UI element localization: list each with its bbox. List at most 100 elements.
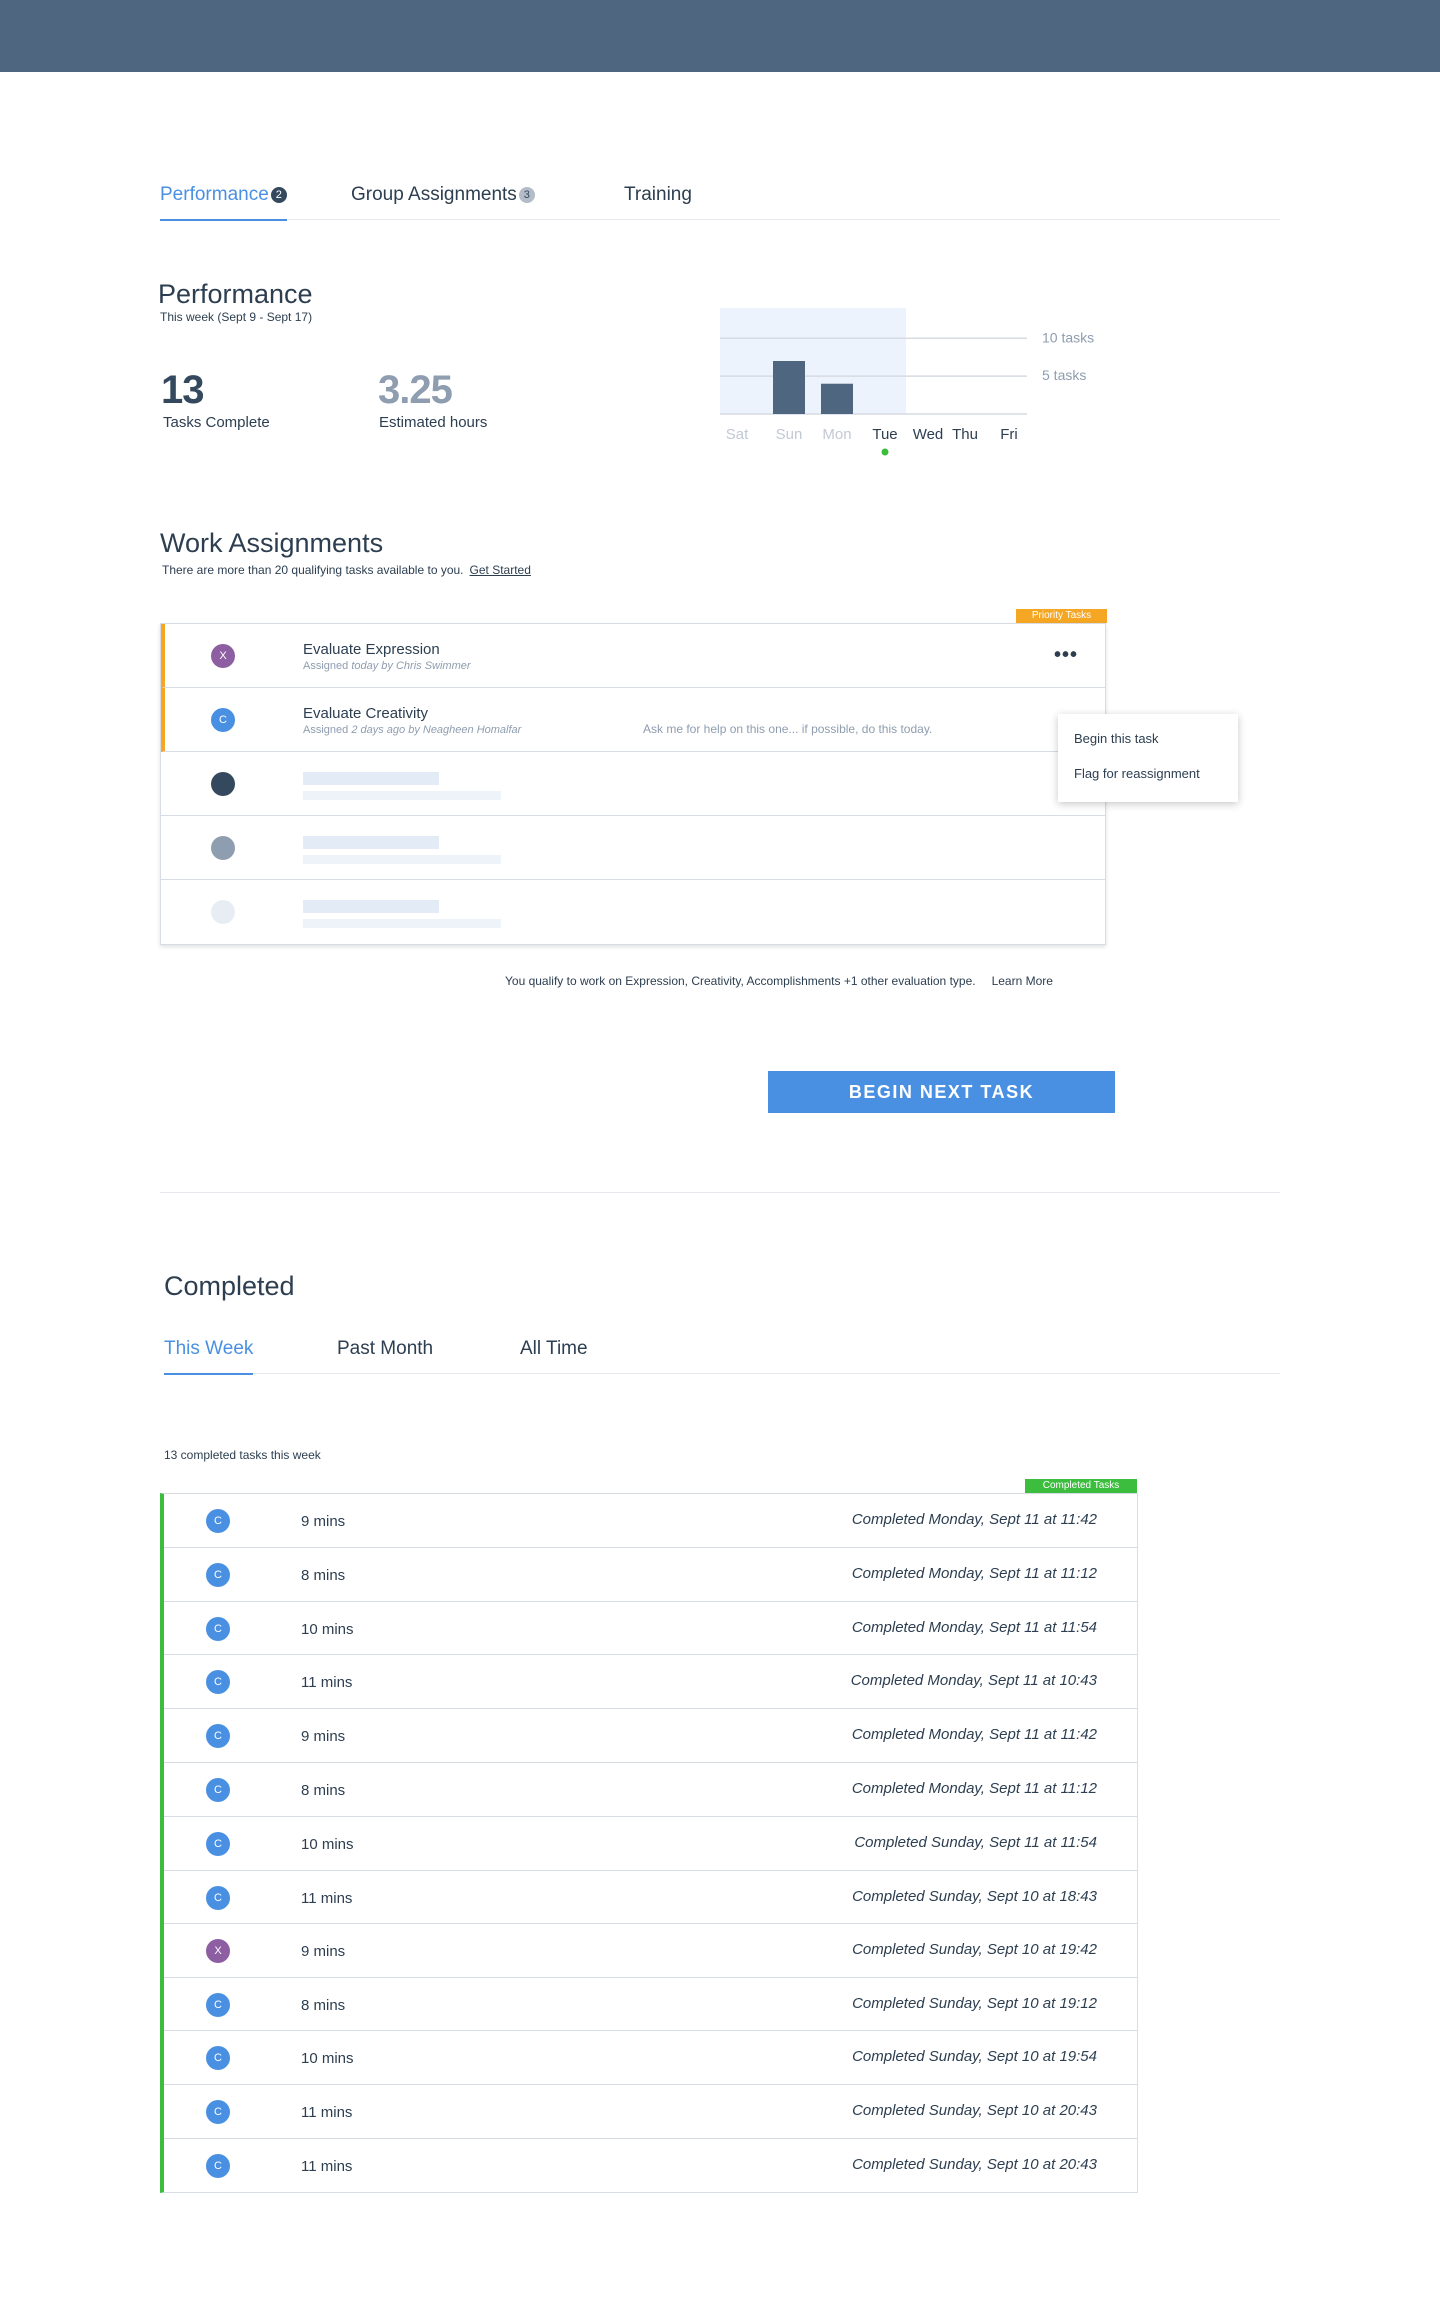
chart-category-label: Mon xyxy=(822,426,851,443)
chart-gridline-label: 5 tasks xyxy=(1042,367,1086,383)
completed-row[interactable]: C 8 mins Completed Monday, Sept 11 at 11:1… xyxy=(164,1548,1137,1602)
main-tabs: Performance 2 Group Assignments 3 Training xyxy=(160,184,1280,221)
tab-group-badge: 3 xyxy=(518,187,535,203)
placeholder-avatar xyxy=(211,836,235,860)
completed-row[interactable]: C 10 mins Completed Monday, Sept 11 at 11:… xyxy=(164,1602,1137,1655)
task-meta: Assigned 2 days ago by Neagheen Homalfar xyxy=(303,724,521,736)
placeholder-bar xyxy=(303,919,501,928)
completed-row[interactable]: C 11 mins Completed Monday, Sept 11 at 10:… xyxy=(164,1655,1137,1709)
chart-category-label: Tue xyxy=(872,426,897,443)
completed-tasks-tag: Completed Tasks xyxy=(1025,1479,1137,1493)
learn-more-link[interactable]: Learn More xyxy=(992,974,1053,988)
get-started-link[interactable]: Get Started xyxy=(470,563,531,577)
section-divider xyxy=(160,1192,1280,1193)
completed-row[interactable]: C 11 mins Completed Sunday, Sept 10 at 18:… xyxy=(164,1871,1137,1924)
task-row-creativity[interactable]: C Evaluate Creativity Assigned 2 days ag… xyxy=(161,688,1105,752)
priority-tasks-tag: Priority Tasks xyxy=(1016,609,1107,623)
task-row-expression[interactable]: X Evaluate Expression Assigned today by … xyxy=(161,624,1105,688)
avatar: C xyxy=(206,1509,230,1533)
tasks-complete-label: Tasks Complete xyxy=(163,414,270,431)
completed-timestamp: Completed Sunday, Sept 10 at 20:43 xyxy=(852,2102,1097,2119)
completed-timestamp: Completed Sunday, Sept 10 at 19:12 xyxy=(852,1995,1097,2012)
avatar: X xyxy=(206,1939,230,1963)
chart-category-label: Fri xyxy=(1000,426,1018,443)
performance-subtitle: This week (Sept 9 - Sept 17) xyxy=(160,310,313,324)
completed-row[interactable]: C 11 mins Completed Sunday, Sept 10 at 20:… xyxy=(164,2085,1137,2139)
completed-row[interactable]: C 10 mins Completed Sunday, Sept 10 at 19:… xyxy=(164,2031,1137,2085)
completed-timestamp: Completed Monday, Sept 11 at 11:42 xyxy=(851,1511,1097,1528)
avatar: C xyxy=(206,1617,230,1641)
tab-all-time[interactable]: All Time xyxy=(520,1338,588,1374)
task-row-placeholder xyxy=(161,752,1105,816)
tab-training[interactable]: Training xyxy=(624,184,692,220)
completed-duration: 9 mins xyxy=(301,1728,346,1745)
completed-timestamp: Completed Monday, Sept 11 at 11:12 xyxy=(851,1565,1097,1582)
chart-category-label: Sun xyxy=(776,426,803,443)
completed-duration: 10 mins xyxy=(301,1621,354,1638)
tab-past-month[interactable]: Past Month xyxy=(337,1338,433,1374)
task-meta-when: today xyxy=(351,660,379,672)
avatar: C xyxy=(206,1724,230,1748)
avatar: C xyxy=(206,2046,230,2070)
completed-duration: 11 mins xyxy=(301,2158,353,2175)
menu-item-begin-task[interactable]: Begin this task xyxy=(1074,731,1159,746)
performance-title: Performance xyxy=(158,279,313,309)
avatar: C xyxy=(206,1832,230,1856)
completed-row[interactable]: C 11 mins Completed Sunday, Sept 10 at 20:… xyxy=(164,2139,1137,2193)
task-options-menu: Begin this task Flag for reassignment xyxy=(1058,714,1238,802)
task-meta-prefix: Assigned xyxy=(303,724,352,736)
chart-category-label: Wed xyxy=(913,426,944,443)
completed-row[interactable]: C 8 mins Completed Sunday, Sept 10 at 19:1… xyxy=(164,1978,1137,2031)
tab-group-assignments[interactable]: Group Assignments 3 xyxy=(351,184,535,220)
completed-timestamp: Completed Monday, Sept 11 at 11:12 xyxy=(851,1780,1097,1797)
chart-category-label: Sat xyxy=(726,426,749,443)
work-assignments-subtitle: There are more than 20 qualifying tasks … xyxy=(162,563,531,577)
work-assignments-title: Work Assignments xyxy=(160,528,384,558)
task-row-placeholder xyxy=(161,816,1105,880)
estimated-hours-value: 3.25 xyxy=(378,368,453,412)
tab-training-label: Training xyxy=(624,184,692,205)
completed-row[interactable]: C 9 mins Completed Monday, Sept 11 at 11:4… xyxy=(164,1709,1137,1763)
placeholder-bar xyxy=(303,772,439,785)
qualify-text: You qualify to work on Expression, Creat… xyxy=(505,974,976,988)
placeholder-bar xyxy=(303,791,501,800)
task-meta-prefix: Assigned xyxy=(303,660,352,672)
completed-timestamp: Completed Sunday, Sept 11 at 11:54 xyxy=(854,1834,1097,1851)
tasks-complete-value: 13 xyxy=(161,368,204,412)
tab-performance[interactable]: Performance 2 xyxy=(160,184,287,221)
task-name: Evaluate Expression xyxy=(303,641,440,658)
placeholder-bar xyxy=(303,900,439,913)
completed-title: Completed xyxy=(164,1271,295,1301)
task-meta-by: by Neagheen Homalfar xyxy=(405,724,522,736)
completed-duration: 10 mins xyxy=(301,1836,354,1853)
task-meta-when: 2 days ago xyxy=(351,724,406,736)
task-list: X Evaluate Expression Assigned today by … xyxy=(160,623,1106,945)
task-name: Evaluate Creativity xyxy=(303,705,429,722)
avatar: C xyxy=(206,1670,230,1694)
completed-duration: 8 mins xyxy=(301,1997,346,2014)
chart-gridline-label: 10 tasks xyxy=(1042,329,1094,345)
tab-group-label: Group Assignments xyxy=(351,184,517,205)
completed-timestamp: Completed Monday, Sept 11 at 10:43 xyxy=(850,1672,1097,1689)
chart-bar-sun xyxy=(773,361,805,414)
completed-row[interactable]: C 10 mins Completed Sunday, Sept 11 at 11:… xyxy=(164,1817,1137,1871)
completed-duration: 8 mins xyxy=(301,1567,346,1584)
task-note: Ask me for help on this one... if possib… xyxy=(643,722,933,736)
tab-this-week[interactable]: This Week xyxy=(164,1338,254,1375)
completed-duration: 9 mins xyxy=(301,1943,346,1960)
completed-row[interactable]: X 9 mins Completed Sunday, Sept 10 at 19:4… xyxy=(164,1924,1137,1978)
completed-timestamp: Completed Sunday, Sept 10 at 20:43 xyxy=(852,2156,1097,2173)
begin-next-task-button[interactable]: BEGIN NEXT TASK xyxy=(768,1071,1115,1113)
chart-category-label: Thu xyxy=(952,426,978,443)
completed-timestamp: Completed Monday, Sept 11 at 11:42 xyxy=(851,1726,1097,1743)
top-bar xyxy=(0,0,1440,72)
tab-performance-label: Performance xyxy=(160,184,269,205)
more-options-icon[interactable]: ••• xyxy=(1054,644,1078,667)
completed-row[interactable]: C 8 mins Completed Monday, Sept 11 at 11:1… xyxy=(164,1763,1137,1817)
completed-duration: 11 mins xyxy=(301,1674,353,1691)
menu-item-flag-reassignment[interactable]: Flag for reassignment xyxy=(1074,766,1200,781)
avatar: C xyxy=(206,1993,230,2017)
completed-duration: 11 mins xyxy=(301,2104,353,2121)
completed-duration: 11 mins xyxy=(301,1890,353,1907)
completed-row[interactable]: C 9 mins Completed Monday, Sept 11 at 11:4… xyxy=(164,1494,1137,1548)
